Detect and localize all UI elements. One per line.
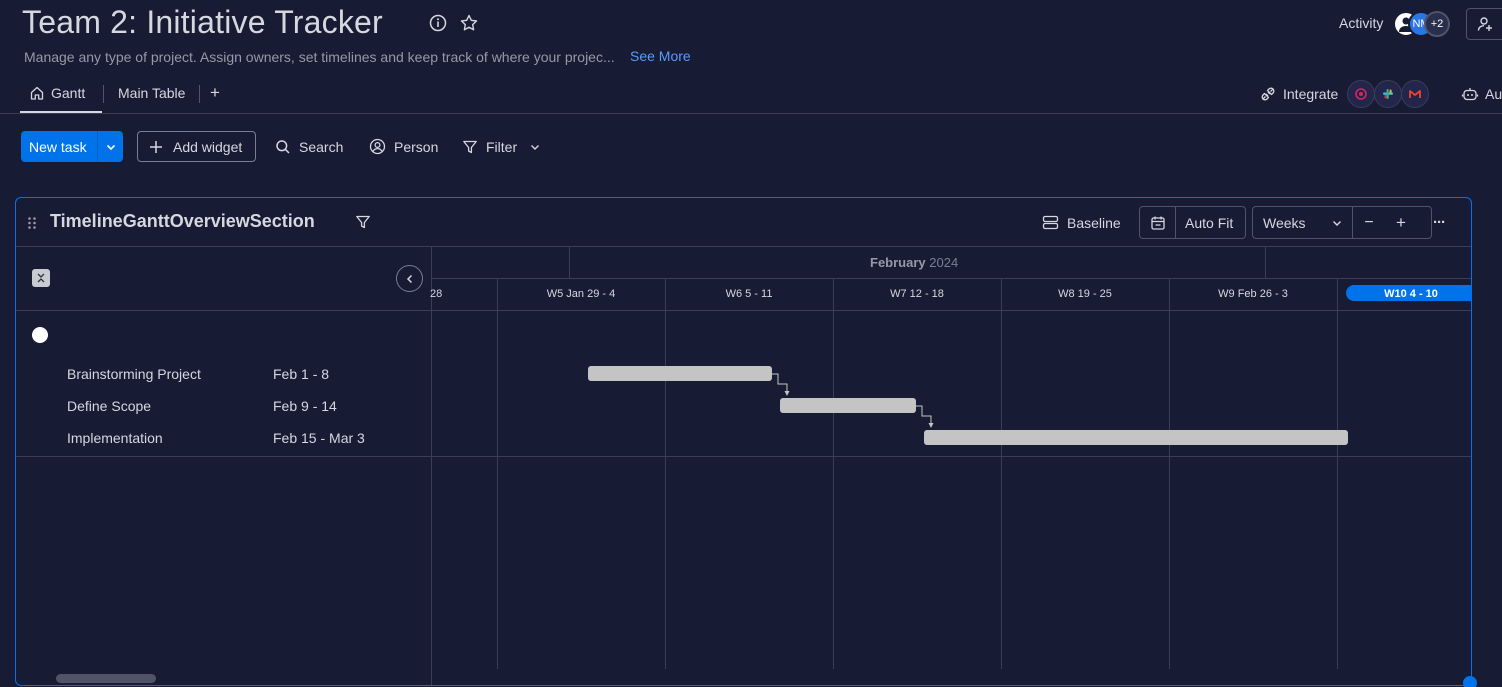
task-date[interactable]: Feb 9 - 14 <box>273 398 337 414</box>
board-description: Manage any type of project. Assign owner… <box>24 49 615 65</box>
calendar-icon[interactable] <box>1140 207 1176 238</box>
chevron-down-icon <box>1333 220 1341 226</box>
task-name[interactable]: Define Scope <box>67 398 151 414</box>
drag-handle-icon[interactable] <box>27 216 37 230</box>
person-label: Person <box>394 138 439 155</box>
tab-divider <box>199 85 200 103</box>
add-view-button[interactable]: + <box>210 83 220 103</box>
auto-fit-control[interactable]: Auto Fit <box>1139 206 1246 239</box>
task-date[interactable]: Feb 1 - 8 <box>273 366 329 382</box>
pane-header-divider <box>16 310 432 311</box>
baseline-label: Baseline <box>1067 214 1121 231</box>
plus-icon <box>150 140 162 153</box>
zoom-in-button[interactable]: + <box>1385 207 1417 238</box>
gantt-chart[interactable]: February 2024 28 W5 Jan 29 - 4 W6 5 - 11… <box>430 247 1471 685</box>
filter-button[interactable]: Filter <box>462 131 541 162</box>
tab-main-table-label: Main Table <box>118 85 186 101</box>
see-more-link[interactable]: See More <box>630 48 691 64</box>
search-icon <box>276 139 290 154</box>
slack-icon[interactable] <box>1374 80 1402 108</box>
scale-value: Weeks <box>1263 214 1306 231</box>
collapse-icon <box>37 273 45 283</box>
group-indicator-dot[interactable] <box>32 327 48 343</box>
robot-icon <box>1461 88 1479 101</box>
more-members-badge[interactable]: +2 <box>1424 11 1450 37</box>
gantt-widget: TimelineGanttOverviewSection Baseline Au… <box>15 197 1472 686</box>
person-filter-button[interactable]: Person <box>369 131 438 162</box>
tab-gantt[interactable]: Gantt <box>29 85 85 101</box>
auto-fit-button[interactable]: Auto Fit <box>1176 215 1233 231</box>
automate-label: Au <box>1485 86 1502 102</box>
new-task-label[interactable]: New task <box>21 131 97 162</box>
resize-handle[interactable] <box>1463 676 1477 687</box>
task-name[interactable]: Brainstorming Project <box>67 366 201 382</box>
horizontal-scrollbar[interactable] <box>56 674 156 683</box>
baseline-icon <box>1042 215 1059 230</box>
search-label: Search <box>299 138 344 155</box>
chevron-down-icon <box>106 144 115 150</box>
invite-icon <box>1477 17 1492 31</box>
invite-button[interactable] <box>1466 8 1502 40</box>
person-icon <box>369 138 386 155</box>
zoom-out-button[interactable]: − <box>1353 207 1385 238</box>
integrate-icon <box>1261 87 1275 101</box>
more-options-button[interactable]: ··· <box>1433 206 1446 239</box>
tabs-divider <box>0 113 1502 114</box>
search-button[interactable]: Search <box>275 131 343 162</box>
tab-main-table[interactable]: Main Table <box>118 85 185 101</box>
baseline-button[interactable]: Baseline <box>1042 206 1121 239</box>
task-name[interactable]: Implementation <box>67 430 163 446</box>
filter-label: Filter <box>486 138 518 155</box>
new-task-button[interactable]: New task <box>21 131 123 162</box>
collapse-pane-button[interactable] <box>396 265 423 292</box>
collapse-all-button[interactable] <box>32 269 50 287</box>
widget-title[interactable]: TimelineGanttOverviewSection <box>50 211 315 232</box>
chevron-left-icon <box>406 274 412 283</box>
home-icon <box>30 86 44 100</box>
automate-button[interactable]: Au <box>1461 85 1502 103</box>
filter-icon <box>463 140 477 153</box>
scale-dropdown[interactable]: Weeks <box>1253 207 1353 238</box>
integrate-button[interactable]: Integrate <box>1259 85 1338 103</box>
add-widget-label: Add widget <box>173 138 243 155</box>
task-list-pane: Brainstorming Project Feb 1 - 8 Define S… <box>16 247 432 685</box>
star-icon[interactable] <box>459 13 481 35</box>
tab-gantt-label: Gantt <box>51 85 86 101</box>
dependency-arrows <box>772 373 934 428</box>
task-date[interactable]: Feb 15 - Mar 3 <box>273 430 365 446</box>
board-title[interactable]: Team 2: Initiative Tracker <box>22 4 383 41</box>
add-widget-button[interactable]: Add widget <box>137 131 256 162</box>
new-task-dropdown[interactable] <box>97 131 123 162</box>
integrate-label: Integrate <box>1283 86 1339 102</box>
rows-bottom-divider <box>16 456 1471 457</box>
zoom-control: Weeks − + <box>1252 206 1432 239</box>
info-icon[interactable] <box>428 13 450 35</box>
integration-app-icon[interactable] <box>1347 80 1375 108</box>
chevron-down-icon <box>531 144 540 150</box>
activity-button[interactable]: Activity <box>1339 15 1383 31</box>
tab-divider <box>103 85 104 103</box>
widget-filter-icon[interactable] <box>355 214 371 230</box>
gmail-icon[interactable] <box>1401 80 1429 108</box>
